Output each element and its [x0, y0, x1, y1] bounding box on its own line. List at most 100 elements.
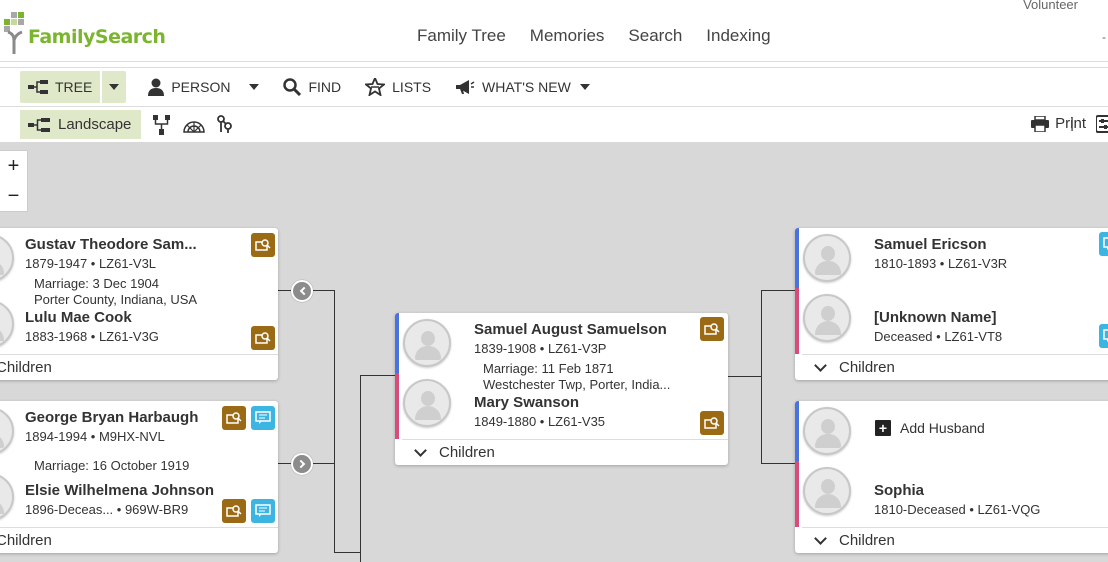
children-toggle[interactable]: Children — [0, 354, 278, 380]
person-lifespan-id: 1879-1947 • LZ61-V3L — [25, 256, 157, 271]
lists-icon — [365, 78, 386, 96]
print-button[interactable]: Print — [1031, 115, 1086, 132]
person-menu-button[interactable]: PERSON — [148, 71, 260, 103]
discussion-button[interactable] — [251, 499, 275, 523]
zoom-in-button[interactable]: + — [8, 155, 20, 178]
wife-person[interactable]: Lulu Mae Cook 1883-1968 • LZ61-V3G — [25, 309, 159, 344]
connector-line — [360, 375, 361, 562]
discussion-button[interactable] — [251, 406, 275, 430]
husband-avatar[interactable] — [0, 407, 14, 455]
husband-person[interactable]: George Bryan Harbaugh 1894-1994 • M9HX-N… — [25, 409, 198, 444]
landscape-label: Landscape — [58, 116, 132, 133]
discussion-icon — [1103, 237, 1108, 250]
person-name[interactable]: George Bryan Harbaugh — [25, 409, 198, 426]
person-name[interactable]: Gustav Theodore Sam... — [25, 236, 197, 253]
wife-person[interactable]: Mary Swanson 1849-1880 • LZ61-V35 — [474, 394, 605, 429]
record-search-icon — [255, 239, 271, 251]
husband-person[interactable]: Gustav Theodore Sam... 1879-1947 • LZ61-… — [25, 236, 197, 271]
expand-right-button[interactable] — [291, 453, 313, 475]
tree-dropdown-button[interactable] — [102, 71, 127, 103]
wife-avatar[interactable] — [803, 294, 851, 342]
wife-person[interactable]: Elsie Wilhelmena Johnson 1896-Deceas... … — [25, 482, 214, 517]
person-lifespan-id: 1883-1968 • LZ61-V3G — [25, 329, 159, 344]
record-hints-button[interactable] — [700, 317, 724, 341]
add-husband-label: Add Husband — [900, 420, 985, 436]
children-label: Children — [439, 444, 495, 461]
person-name[interactable]: Samuel Ericson — [874, 236, 1007, 253]
person-name[interactable]: Samuel August Samuelson — [474, 321, 667, 338]
person-name[interactable]: Sophia — [874, 482, 1040, 499]
find-button[interactable]: FIND — [283, 71, 341, 103]
landscape-view-button[interactable]: Landscape — [20, 110, 142, 139]
add-husband-button[interactable]: + Add Husband — [875, 420, 985, 436]
record-hints-button[interactable] — [222, 499, 246, 523]
zoom-out-button[interactable]: − — [8, 185, 20, 208]
person-name[interactable]: Elsie Wilhelmena Johnson — [25, 482, 214, 499]
record-hints-button[interactable] — [700, 411, 724, 435]
logo-tree-icon — [2, 10, 30, 54]
person-name[interactable]: [Unknown Name] — [874, 309, 1002, 326]
family-card-center: Samuel August Samuelson 1839-1908 • LZ61… — [395, 313, 728, 465]
person-name[interactable]: Mary Swanson — [474, 394, 605, 411]
nav-volunteer[interactable]: Volunteer — [1023, 0, 1078, 12]
record-hints-button[interactable] — [251, 233, 275, 257]
husband-person[interactable]: Samuel Ericson 1810-1893 • LZ61-V3R — [874, 236, 1007, 271]
wife-avatar[interactable] — [803, 467, 851, 515]
search-icon — [283, 78, 302, 96]
settings-button[interactable] — [1095, 115, 1108, 138]
descendancy-view-button[interactable] — [217, 114, 233, 135]
marriage-info: Marriage: 11 Feb 1871 Westchester Twp, P… — [483, 361, 670, 393]
nav-memories[interactable]: Memories — [530, 26, 605, 46]
chevron-left-icon — [299, 286, 308, 296]
wife-avatar[interactable] — [0, 300, 14, 348]
children-label: Children — [0, 359, 52, 376]
familysearch-logo[interactable]: FamilySearch — [2, 10, 166, 54]
tree-label: TREE — [55, 79, 93, 95]
wife-avatar[interactable] — [0, 473, 14, 521]
record-hints-button[interactable] — [251, 326, 275, 350]
record-search-icon — [255, 332, 271, 344]
caret-down-icon — [109, 84, 120, 90]
record-hints-button[interactable] — [222, 406, 246, 430]
discussion-icon — [255, 411, 271, 424]
person-name[interactable]: Lulu Mae Cook — [25, 309, 159, 326]
marriage-date: Marriage: 16 October 1919 — [34, 458, 190, 473]
empty-husband-avatar — [803, 407, 851, 455]
chevron-down-icon — [814, 532, 827, 545]
children-toggle[interactable]: Children — [0, 527, 278, 553]
tree-toolbar: TREE PERSON FIND LISTS WHAT'S NEW — [0, 67, 1108, 107]
tree-menu-button[interactable]: TREE — [20, 71, 101, 103]
tree-canvas[interactable]: + − Gustav Theodore Sam... 1879-1947 • L… — [0, 142, 1108, 562]
discussion-button[interactable] — [1099, 232, 1108, 256]
portrait-view-button[interactable] — [153, 114, 171, 135]
settings-sliders-icon — [1095, 115, 1108, 133]
connector-line — [761, 290, 795, 291]
male-indicator — [795, 401, 799, 461]
male-indicator — [395, 313, 399, 373]
discussion-button[interactable] — [1099, 324, 1108, 348]
nav-search[interactable]: Search — [628, 26, 682, 46]
connector-line — [360, 375, 396, 376]
children-toggle[interactable]: Children — [402, 439, 728, 465]
nav-family-tree[interactable]: Family Tree — [417, 26, 506, 46]
expand-left-button[interactable] — [291, 280, 313, 302]
record-search-icon — [704, 323, 720, 335]
wife-person[interactable]: [Unknown Name] Deceased • LZ61-VT8 — [874, 309, 1002, 344]
husband-avatar[interactable] — [403, 319, 451, 367]
lists-button[interactable]: LISTS — [365, 71, 431, 103]
female-indicator — [795, 461, 799, 527]
children-toggle[interactable]: Children — [802, 354, 1108, 380]
husband-person[interactable]: Samuel August Samuelson 1839-1908 • LZ61… — [474, 321, 667, 356]
husband-avatar[interactable] — [0, 234, 14, 282]
children-toggle[interactable]: Children — [802, 527, 1108, 553]
wife-person[interactable]: Sophia 1810-Deceased • LZ61-VQG — [874, 482, 1040, 517]
whats-new-button[interactable]: WHAT'S NEW — [455, 71, 590, 103]
fan-chart-button[interactable] — [183, 117, 206, 133]
wife-avatar[interactable] — [403, 379, 451, 427]
nav-indexing[interactable]: Indexing — [706, 26, 770, 46]
chevron-right-icon — [296, 459, 305, 469]
marriage-place: Westchester Twp, Porter, India... — [483, 377, 671, 392]
female-indicator — [395, 373, 399, 439]
connector-line — [334, 290, 335, 552]
husband-avatar[interactable] — [803, 234, 851, 282]
